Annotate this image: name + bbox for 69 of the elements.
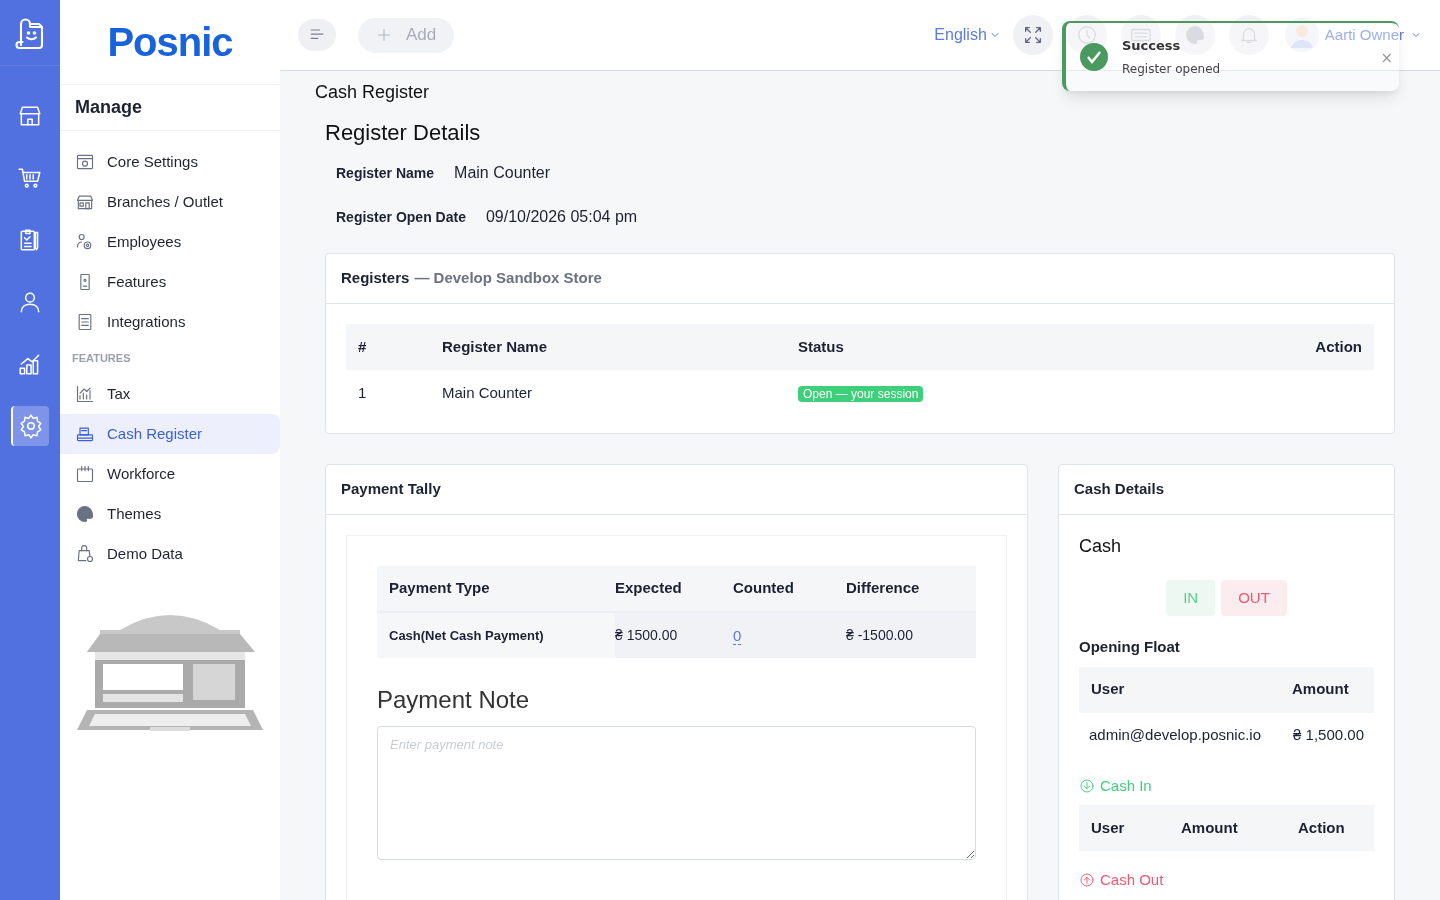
section-heading: Opening Float: [1079, 637, 1180, 657]
sidebar-item[interactable]: Workforce: [60, 454, 280, 494]
fullscreen-button[interactable]: [1012, 15, 1053, 55]
toast-title: Success: [1122, 37, 1182, 56]
rail-button[interactable]: [11, 406, 49, 446]
column-header: Expected: [615, 578, 683, 599]
column-header: Status: [798, 336, 845, 357]
settings-icon: [18, 413, 44, 439]
column-header: #: [358, 336, 368, 357]
calendar-icon: [75, 464, 95, 484]
editable-value-link[interactable]: 0: [733, 626, 742, 645]
bell-button[interactable]: [1228, 15, 1269, 55]
column-header: Amount: [1181, 817, 1239, 838]
sidebar-item[interactable]: Demo Data: [60, 534, 280, 574]
table-cell-text: 1: [358, 382, 368, 403]
clock-icon: [1075, 24, 1098, 46]
column-header: Action: [1298, 817, 1346, 838]
plus-icon: [376, 27, 392, 43]
card-title: Registers: [341, 268, 410, 289]
cash-out-label: Cash Out: [1079, 869, 1164, 892]
arrow-up-circle-icon: [1079, 872, 1095, 889]
table-cell-text: Main Counter: [442, 382, 534, 403]
language-dropdown[interactable]: English: [934, 23, 1001, 47]
field-value: Main Counter: [454, 163, 551, 183]
sidebar-item[interactable]: Core Settings: [60, 142, 280, 182]
settings-window-icon: [75, 152, 95, 172]
growth-chart-icon: [75, 384, 95, 404]
cash-in-label: Cash In: [1079, 774, 1152, 797]
column-header: Action: [1314, 336, 1362, 357]
page-title: Register Details: [325, 119, 482, 147]
menu-toggle-button[interactable]: [298, 19, 336, 51]
sidebar-item[interactable]: Branches / Outlet: [60, 182, 280, 222]
column-header: Amount: [1292, 679, 1350, 700]
palette-icon: [75, 504, 95, 524]
table-cell-text: ₴ -1500.00: [846, 626, 914, 645]
breadcrumb: Cash Register: [315, 81, 431, 104]
field-label: Register Open Date: [336, 207, 466, 227]
column-header: Register Name: [442, 336, 549, 357]
toast-message: Register opened: [1122, 60, 1221, 78]
section-heading: Manage: [75, 96, 143, 119]
bag-icon: [75, 544, 95, 564]
palette-icon: [1183, 24, 1206, 46]
column-header: Difference: [846, 578, 921, 599]
sidebar-item[interactable]: Tax: [60, 374, 280, 414]
column-header: User: [1091, 679, 1126, 700]
section-heading: Payment Note: [377, 685, 531, 715]
brand-logo: Posnic: [107, 19, 233, 66]
column-header: Counted: [733, 578, 795, 599]
card-title: Cash Details: [1074, 479, 1165, 500]
sidebar-item[interactable]: Themes: [60, 494, 280, 534]
field-label: Register Name: [336, 163, 435, 183]
column-header: Payment Type: [388, 578, 491, 599]
card-title: Payment Tally: [341, 479, 441, 500]
status-badge: Open — your session: [798, 386, 924, 402]
store-name: — Develop Sandbox Store: [414, 268, 602, 289]
section-heading: Cash: [1079, 535, 1122, 558]
arrow-down-circle-icon: [1079, 777, 1095, 794]
table-cell-text: ₴ 1,500.00: [1293, 725, 1364, 746]
avatar-icon: [1284, 18, 1319, 52]
table-cell: Cash(Net Cash Payment): [377, 613, 615, 658]
column-header: User: [1091, 817, 1126, 838]
sidebar-item[interactable]: Features: [60, 262, 280, 302]
group-label: FEATURES: [71, 350, 132, 366]
sidebar-item[interactable]: Cash Register: [60, 414, 280, 454]
sidebar-item[interactable]: Integrations: [60, 302, 280, 342]
field-value: 09/10/2026 05:04 pm: [485, 207, 638, 227]
table-cell-text: admin@develop.posnic.io: [1089, 725, 1262, 746]
table-cell-text: ₴ 1500.00: [615, 626, 679, 645]
sidebar-item[interactable]: Employees: [60, 222, 280, 262]
